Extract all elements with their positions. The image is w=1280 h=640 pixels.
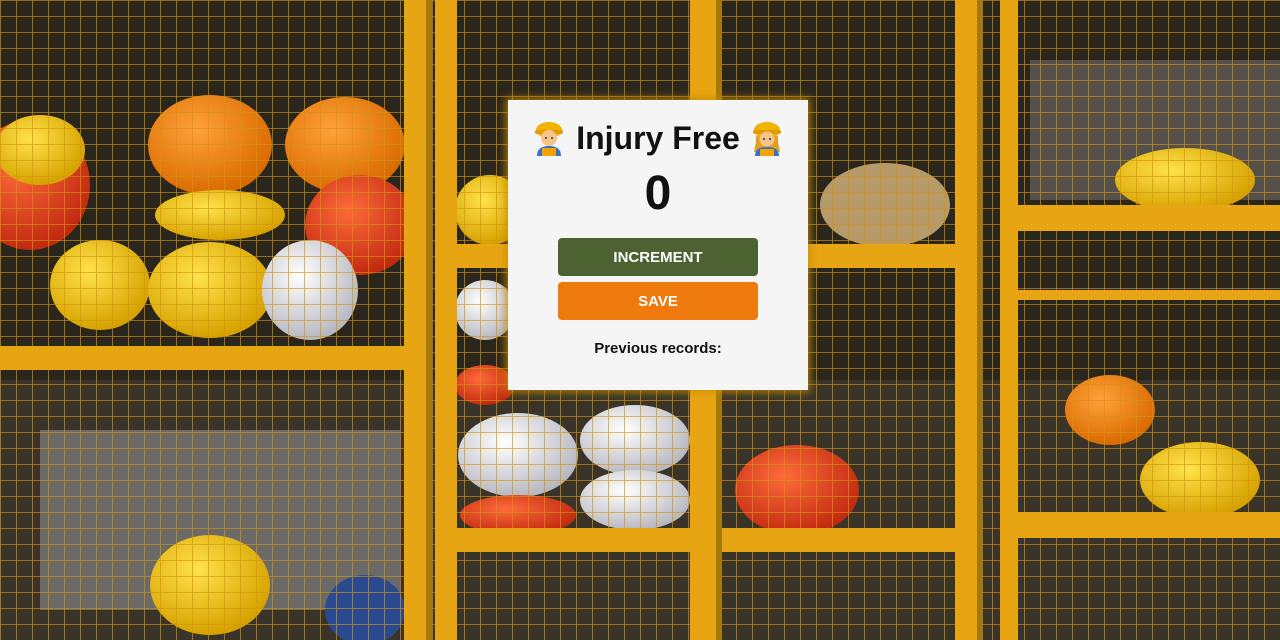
save-button[interactable]: SAVE: [558, 282, 758, 320]
page-title: Injury Free: [508, 118, 808, 158]
increment-button[interactable]: INCREMENT: [558, 238, 758, 276]
injury-free-counter: 0: [644, 167, 672, 220]
title-text: Injury Free: [576, 119, 740, 156]
construction-worker-man-icon: [535, 122, 564, 156]
previous-records-heading: Previous records:: [594, 340, 722, 357]
construction-worker-woman-icon: [752, 122, 781, 156]
counter-card: Injury Free 0 INCREMENT SAVE Previous re…: [508, 100, 808, 390]
